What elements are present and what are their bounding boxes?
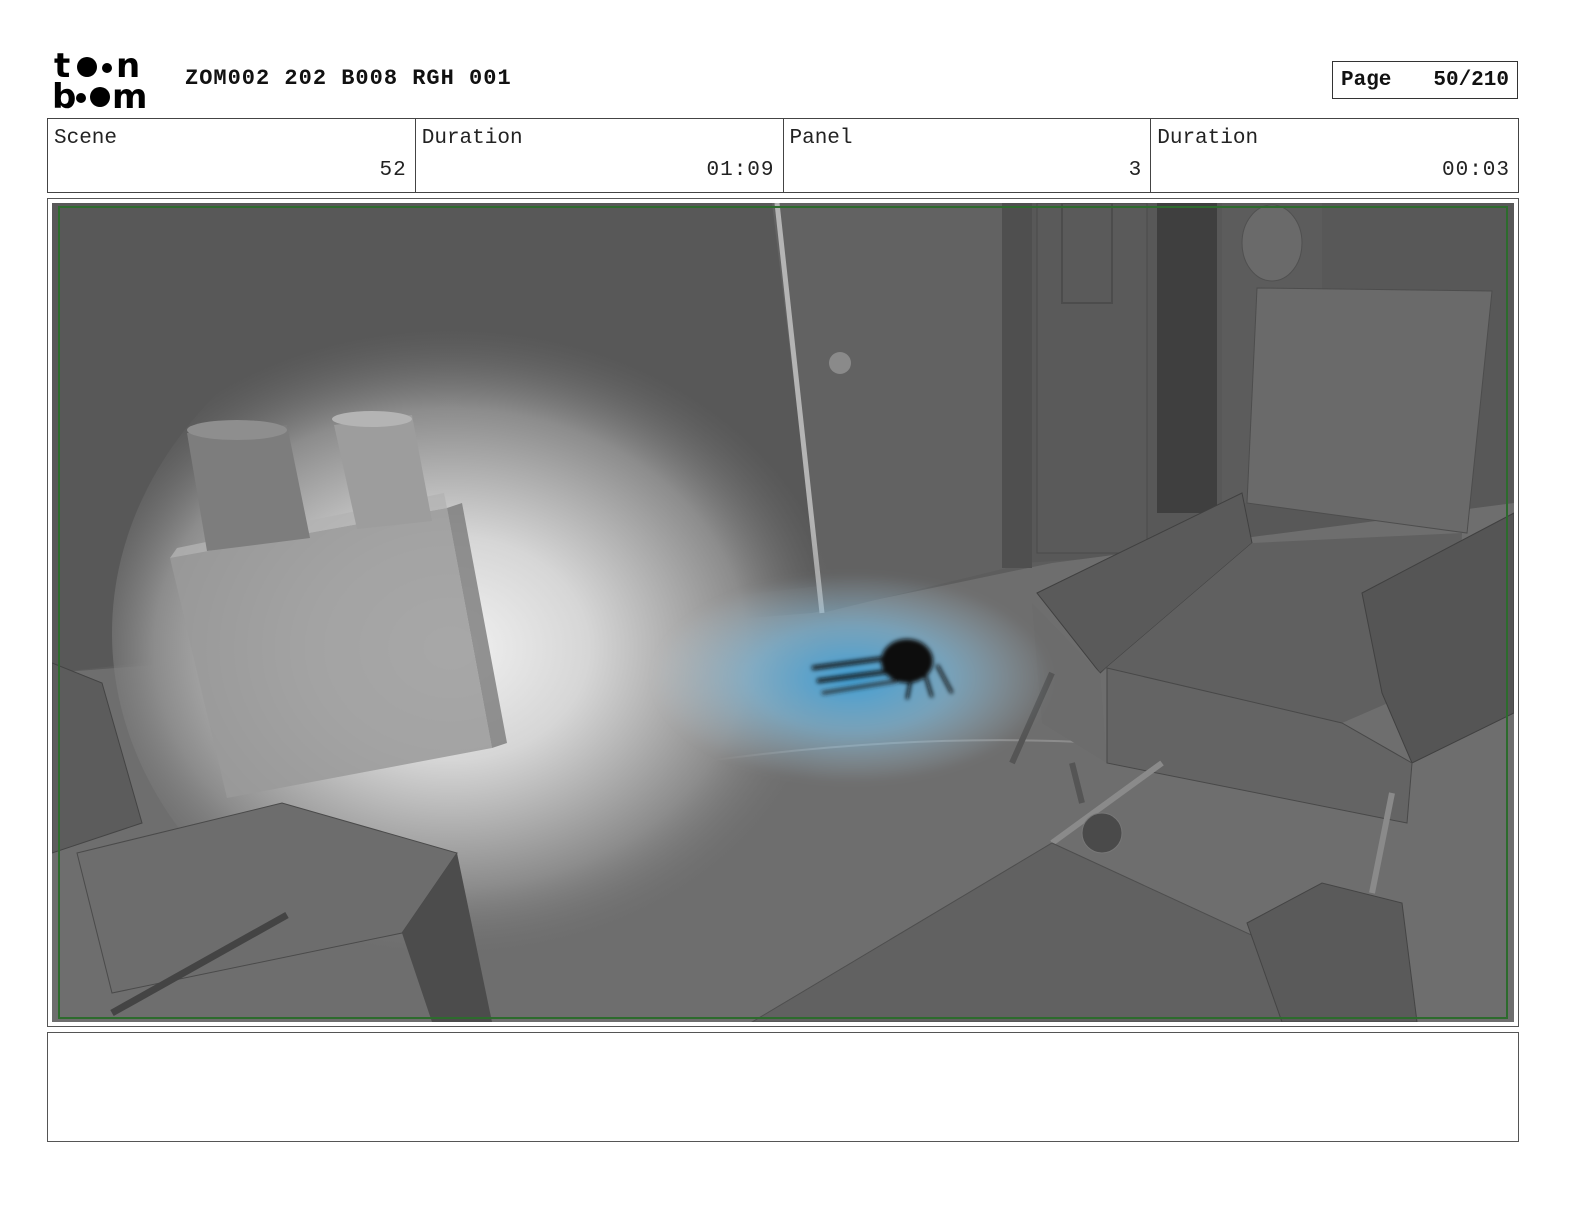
- panel-duration-value: 00:03: [1441, 159, 1510, 182]
- svg-text:m: m: [112, 77, 147, 112]
- toon-boom-logo: t n b m: [52, 46, 164, 117]
- panel-duration-cell: Duration 00:03: [1151, 119, 1518, 192]
- panel-label: Panel: [789, 127, 853, 150]
- scene-cell: Scene 52: [48, 119, 416, 192]
- panel-duration-label: Duration: [1157, 127, 1259, 150]
- storyboard-panel-image: [52, 203, 1514, 1022]
- svg-text:b: b: [52, 77, 76, 112]
- document-title: ZOM002 202 B008 RGH 001: [185, 66, 512, 91]
- toon-boom-logo-mark: t n b m: [52, 46, 147, 117]
- scene-duration-cell: Duration 01:09: [416, 119, 784, 192]
- panel-notes: [47, 1032, 1519, 1142]
- panel-cell: Panel 3: [784, 119, 1152, 192]
- scene-info-table: Scene 52 Duration 01:09 Panel 3 Duration…: [47, 118, 1519, 193]
- scene-label: Scene: [54, 127, 118, 150]
- scene-value: 52: [379, 159, 407, 182]
- page-indicator: Page 50/210: [1332, 61, 1518, 99]
- page-label: Page: [1341, 68, 1392, 92]
- panel-value: 3: [1128, 159, 1143, 182]
- scene-duration-label: Duration: [421, 127, 523, 150]
- scene-duration-value: 01:09: [706, 159, 775, 182]
- page-number: 50/210: [1433, 68, 1509, 92]
